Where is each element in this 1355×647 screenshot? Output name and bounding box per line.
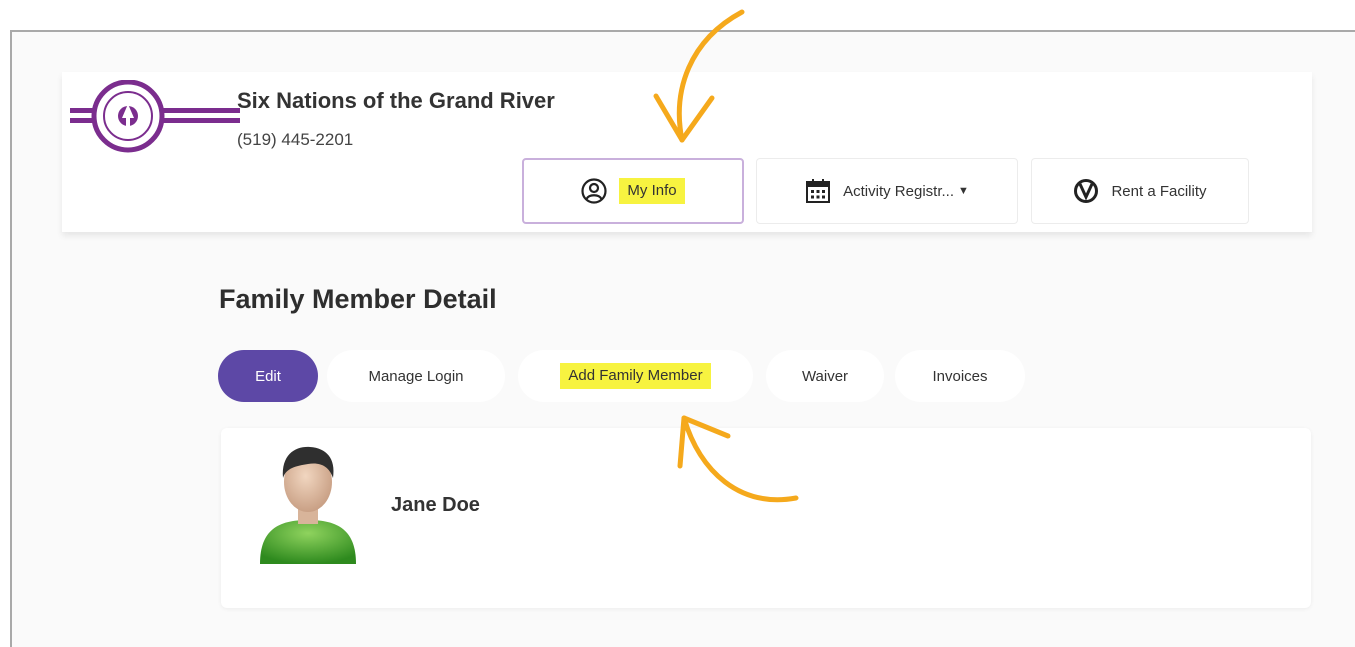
caret-down-icon: ▼ bbox=[957, 185, 969, 197]
add-family-member-label: Add Family Member bbox=[560, 363, 711, 389]
activity-registration-dropdown[interactable]: Activity Registr... ▼ bbox=[756, 158, 1018, 224]
tab-waiver[interactable]: Waiver bbox=[766, 350, 884, 402]
tab-edit[interactable]: Edit bbox=[218, 350, 318, 402]
rent-facility-label: Rent a Facility bbox=[1111, 182, 1207, 200]
calendar-icon bbox=[806, 179, 831, 203]
user-circle-icon bbox=[581, 178, 608, 204]
my-info-label: My Info bbox=[619, 178, 685, 204]
site-header: Six Nations of the Grand River (519) 445… bbox=[62, 72, 1312, 232]
facility-icon bbox=[1074, 179, 1099, 203]
tab-add-family-member[interactable]: Add Family Member bbox=[518, 350, 753, 402]
page-title: Family Member Detail bbox=[219, 284, 497, 314]
member-card: Jane Doe bbox=[221, 428, 1311, 608]
avatar bbox=[260, 446, 356, 564]
tab-manage-login[interactable]: Manage Login bbox=[327, 350, 505, 402]
my-info-button[interactable]: My Info bbox=[522, 158, 744, 224]
rent-facility-button[interactable]: Rent a Facility bbox=[1031, 158, 1249, 224]
activity-registration-label: Activity Registr... bbox=[843, 182, 954, 200]
member-name: Jane Doe bbox=[391, 494, 480, 516]
org-logo[interactable] bbox=[70, 80, 240, 154]
org-phone: (519) 445-2201 bbox=[237, 130, 354, 149]
tab-invoices[interactable]: Invoices bbox=[895, 350, 1025, 402]
org-name: Six Nations of the Grand River bbox=[237, 88, 555, 113]
